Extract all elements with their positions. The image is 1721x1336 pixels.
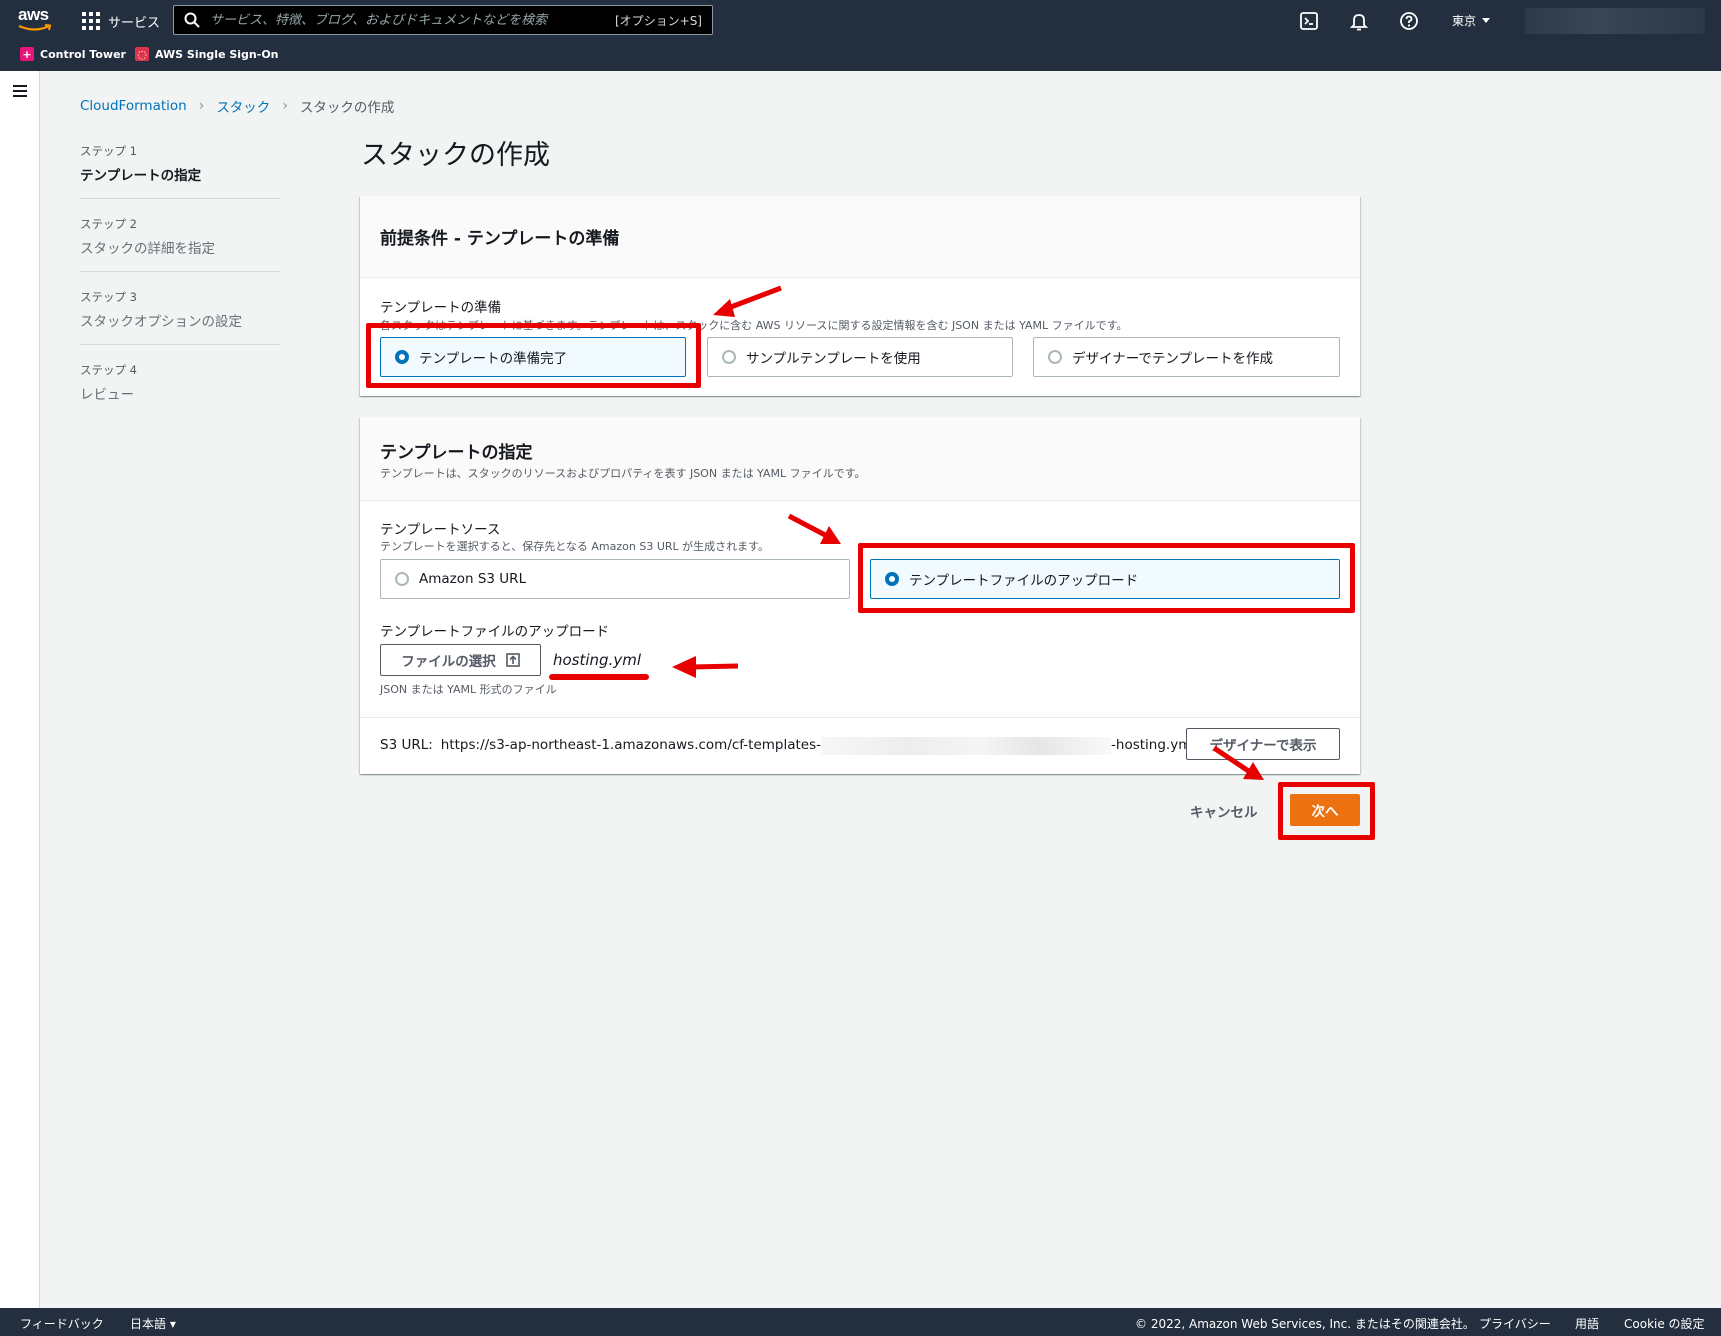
cloudshell-icon[interactable]	[1298, 10, 1320, 32]
favorites-bar: + Control Tower ◌ AWS Single Sign-On	[0, 44, 1721, 66]
region-selector[interactable]: 東京	[1452, 12, 1491, 29]
choose-file-button[interactable]: ファイルの選択	[380, 644, 541, 676]
caret-down-icon	[1482, 18, 1491, 23]
step-number: ステップ 3	[80, 290, 137, 304]
step-label: レビュー	[80, 387, 134, 403]
language-selector[interactable]: 日本語 ▾	[130, 1315, 176, 1332]
wizard-steps: ステップ 1 テンプレートの指定 ステップ 2 スタックの詳細を指定 ステップ …	[80, 143, 280, 434]
step-1: ステップ 1 テンプレートの指定	[80, 143, 280, 199]
step-label: テンプレートの指定	[80, 168, 202, 184]
top-nav-row: aws サービス [オプション+S]	[0, 0, 1721, 42]
region-label: 東京	[1452, 14, 1477, 28]
redacted-url-part	[821, 737, 1112, 755]
step-label: スタックの詳細を指定	[80, 241, 215, 257]
divider	[360, 717, 1360, 718]
page-title: スタックの作成	[361, 140, 550, 171]
terms-link[interactable]: 用語	[1575, 1315, 1599, 1332]
template-source-description: テンプレートを選択すると、保存先となる Amazon S3 URL が生成されま…	[380, 540, 770, 553]
chevron-right-icon: ›	[198, 98, 205, 114]
option-sample-template[interactable]: サンプルテンプレートを使用	[707, 337, 1013, 377]
annotation-underline-file-name	[549, 674, 649, 680]
s3-url-suffix: -hosting.yml	[1111, 737, 1196, 753]
option-designer-template[interactable]: デザイナーでテンプレートを作成	[1033, 337, 1340, 377]
radio-unselected-icon	[722, 350, 736, 364]
step-label: スタックオプションの設定	[80, 314, 242, 330]
upload-label: テンプレートファイルのアップロード	[380, 624, 610, 640]
privacy-link[interactable]: プライバシー	[1479, 1315, 1551, 1332]
language-label: 日本語	[130, 1317, 167, 1331]
option-label: Amazon S3 URL	[419, 571, 527, 587]
account-menu[interactable]	[1525, 8, 1705, 34]
caret-down-icon: ▾	[169, 1317, 176, 1331]
prepare-template-label: テンプレートの準備	[380, 300, 502, 316]
step-4: ステップ 4 レビュー	[80, 362, 280, 417]
annotation-highlight-upload-option	[858, 543, 1355, 613]
cookie-settings-link[interactable]: Cookie の設定	[1624, 1315, 1705, 1332]
aws-logo-text: aws	[18, 5, 49, 24]
template-source-label: テンプレートソース	[380, 522, 501, 538]
annotation-arrow-icon	[787, 513, 841, 544]
step-2: ステップ 2 スタックの詳細を指定	[80, 216, 280, 272]
panel-header: テンプレートの指定 テンプレートは、スタックのリソースおよびプロパティを表す J…	[360, 417, 1360, 501]
option-label: サンプルテンプレートを使用	[746, 351, 921, 367]
search-shortcut-hint: [オプション+S]	[614, 13, 702, 28]
control-tower-icon: +	[20, 47, 34, 61]
sso-icon: ◌	[135, 47, 149, 61]
choose-file-label: ファイルの選択	[401, 654, 496, 670]
breadcrumb: CloudFormation › スタック › スタックの作成	[80, 96, 394, 116]
panel-title: 前提条件 - テンプレートの準備	[380, 229, 620, 249]
breadcrumb-stacks[interactable]: スタック	[216, 96, 270, 116]
radio-unselected-icon	[395, 572, 409, 586]
chevron-right-icon: ›	[282, 98, 288, 114]
step-3: ステップ 3 スタックオプションの設定	[80, 289, 280, 345]
option-label: デザイナーでテンプレートを作成	[1072, 351, 1274, 367]
footer: フィードバック 日本語 ▾ © 2022, Amazon Web Service…	[0, 1308, 1721, 1336]
panel-header: 前提条件 - テンプレートの準備	[360, 196, 1360, 278]
services-label: サービス	[108, 15, 161, 31]
favorite-sso[interactable]: ◌ AWS Single Sign-On	[135, 47, 279, 61]
favorite-control-tower[interactable]: + Control Tower	[20, 47, 126, 61]
annotation-arrow-icon	[672, 656, 739, 678]
top-navigation-bar: aws サービス [オプション+S]	[0, 0, 1721, 71]
bell-icon[interactable]	[1348, 10, 1370, 32]
feedback-link[interactable]: フィードバック	[20, 1315, 104, 1332]
aws-smile-icon	[18, 24, 52, 31]
aws-logo[interactable]: aws	[18, 6, 60, 36]
file-format-hint: JSON または YAML 形式のファイル	[380, 683, 557, 696]
option-amazon-s3-url[interactable]: Amazon S3 URL	[380, 559, 850, 599]
annotation-arrow-icon	[713, 285, 782, 317]
cancel-button[interactable]: キャンセル	[1190, 801, 1258, 821]
s3-url-prefix: https://s3-ap-northeast-1.amazonaws.com/…	[440, 737, 822, 753]
panel-title: テンプレートの指定	[380, 443, 533, 463]
selected-file-name: hosting.yml	[553, 651, 642, 669]
hamburger-menu-icon[interactable]	[13, 85, 27, 97]
help-icon[interactable]	[1398, 10, 1420, 32]
annotation-highlight-template-ready	[366, 323, 701, 388]
copyright-text: © 2022, Amazon Web Services, Inc. またはその関…	[1135, 1317, 1475, 1331]
step-number: ステップ 2	[80, 217, 137, 231]
annotation-highlight-next-button	[1278, 782, 1375, 840]
step-number: ステップ 4	[80, 363, 137, 377]
s3-url-readout: S3 URL: https://s3-ap-northeast-1.amazon…	[380, 737, 1195, 755]
s3-url-label: S3 URL:	[380, 737, 433, 753]
breadcrumb-current: スタックの作成	[299, 100, 395, 116]
grid-icon	[82, 12, 100, 30]
upload-icon	[505, 653, 520, 667]
step-number: ステップ 1	[80, 144, 137, 158]
favorite-label: AWS Single Sign-On	[155, 47, 279, 61]
panel-description: テンプレートは、スタックのリソースおよびプロパティを表す JSON または YA…	[380, 467, 866, 480]
search-input[interactable]	[210, 12, 615, 28]
annotation-arrow-icon	[1212, 745, 1264, 780]
search-icon	[184, 12, 200, 28]
radio-unselected-icon	[1048, 350, 1062, 364]
global-search[interactable]: [オプション+S]	[173, 5, 713, 35]
breadcrumb-cloudformation[interactable]: CloudFormation	[80, 98, 187, 114]
favorite-label: Control Tower	[40, 47, 126, 61]
services-menu-button[interactable]: サービス	[82, 9, 160, 33]
side-navigation-collapsed	[0, 71, 40, 1308]
